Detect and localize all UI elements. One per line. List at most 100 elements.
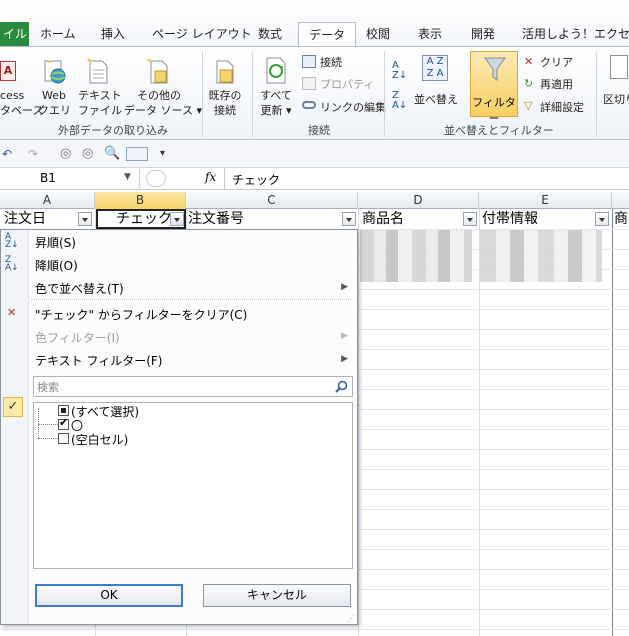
chevron-down-icon[interactable]: ▼ xyxy=(124,172,131,182)
select-all-checkbox[interactable] xyxy=(58,405,69,416)
sort-descending-icon[interactable]: Z A↓ xyxy=(392,91,407,111)
undo-icon[interactable]: ↶ xyxy=(2,147,12,161)
ok-button[interactable]: OK xyxy=(35,584,183,607)
header-cell-check: チェック xyxy=(116,211,172,227)
tree-line xyxy=(38,424,58,425)
sort-ascending-icon: A Z↓ xyxy=(5,232,19,250)
clear-button[interactable]: クリア xyxy=(540,54,573,70)
function-icon[interactable]: fx xyxy=(205,170,216,184)
search-icon[interactable] xyxy=(335,380,348,393)
other-sources-label-2[interactable]: データ ソース ▾ xyxy=(124,104,202,118)
resize-grip-icon[interactable]: ⋰ xyxy=(347,615,355,623)
existing-connections-icon[interactable] xyxy=(212,57,238,85)
tab-file[interactable]: イル xyxy=(0,22,29,46)
search-placeholder: 検索 xyxy=(37,381,59,394)
tab-page-layout[interactable]: ページ レイアウト xyxy=(152,22,252,46)
customize-qat-icon[interactable]: ▾ xyxy=(160,148,165,159)
formula-content[interactable]: チェック xyxy=(232,171,280,188)
tab-developer[interactable]: 開発 xyxy=(471,22,495,46)
menu-separator xyxy=(31,299,351,300)
menu-sort-by-color[interactable]: 色で並べ替え(T) xyxy=(35,280,124,297)
header-cell-next[interactable]: 商 xyxy=(614,209,629,229)
name-box[interactable]: B1 ▼ xyxy=(0,169,140,188)
filter-search-box[interactable]: 検索 xyxy=(33,376,353,397)
group-separator xyxy=(384,51,385,137)
tab-addin[interactable]: 活用しよう！エクセル xyxy=(522,22,629,46)
advanced-button[interactable]: 詳細設定 xyxy=(540,99,584,115)
connections-button[interactable]: 接続 xyxy=(320,54,342,70)
filter-dropdown-button[interactable] xyxy=(595,212,609,226)
quick-access-toolbar: ↶ ↷ ◎ ◎ 🔍 ▾ xyxy=(0,141,629,168)
header-cell-product-name[interactable]: 商品名 xyxy=(362,209,458,229)
value-checkbox[interactable]: ✔ xyxy=(58,416,69,430)
text-label-1: テキスト xyxy=(78,89,122,102)
header-cell-order-date[interactable]: 注文日 xyxy=(4,209,76,229)
filter-dropdown-button[interactable] xyxy=(78,212,92,226)
clear-filter-icon: ✕ xyxy=(7,306,17,319)
redo-icon[interactable]: ↷ xyxy=(28,147,38,161)
tab-insert[interactable]: 挿入 xyxy=(101,22,125,46)
tab-review[interactable]: 校閲 xyxy=(366,22,390,46)
header-cell-order-number[interactable]: 注文番号 xyxy=(188,209,338,229)
text-label-2: ファイル xyxy=(78,104,122,117)
group-separator xyxy=(202,51,203,137)
edit-links-icon xyxy=(302,101,316,109)
menu-sort-ascending[interactable]: 昇順(S) xyxy=(35,234,76,251)
header-cell-extra-info[interactable]: 付帯情報 xyxy=(482,209,592,229)
text-to-columns-button[interactable]: 区切り xyxy=(603,91,629,107)
reapply-button[interactable]: 再適用 xyxy=(540,76,573,92)
cancel-button[interactable]: キャンセル xyxy=(203,584,351,607)
menu-sort-descending[interactable]: 降順(O) xyxy=(35,257,78,274)
tab-view[interactable]: 表示 xyxy=(418,22,442,46)
active-cell-b1[interactable]: チェック xyxy=(96,209,186,229)
forward-icon[interactable]: ◎ xyxy=(82,146,93,161)
access-label-1: cess xyxy=(0,89,25,102)
menu-icon-gutter xyxy=(1,230,29,624)
formula-bar-toggle[interactable] xyxy=(146,170,166,187)
print-preview-icon[interactable]: 🔍 xyxy=(104,146,120,161)
checkmark-icon: ✓ xyxy=(3,397,23,417)
tab-data[interactable]: データ xyxy=(298,22,357,47)
sort-icon[interactable]: A ZZ A xyxy=(422,55,448,81)
edit-links-button[interactable]: リンクの編集 xyxy=(320,99,386,115)
back-icon[interactable]: ◎ xyxy=(60,146,71,161)
grid-line xyxy=(358,209,359,636)
tab-formulas[interactable]: 数式 xyxy=(258,22,282,46)
filter-dropdown-button[interactable] xyxy=(463,212,477,226)
column-header-b[interactable]: B xyxy=(95,192,186,209)
column-header-c[interactable]: C xyxy=(186,192,358,209)
refresh-label-2[interactable]: 更新 ▾ xyxy=(256,104,296,118)
advanced-filter-icon: ▽ xyxy=(524,99,533,112)
column-header-a[interactable]: A xyxy=(0,192,95,209)
sort-ascending-icon[interactable]: A Z↓ xyxy=(392,61,407,81)
filter-value-list[interactable]: (すべて選択) ✔ 〇 (空白セル) xyxy=(33,402,353,569)
column-header-d[interactable]: D xyxy=(358,192,479,209)
menu-text-filter[interactable]: テキスト フィルター(F) xyxy=(35,352,162,369)
autofilter-menu: A Z↓ 昇順(S) Z A↓ 降順(O) 色で並べ替え(T) ▶ ✕ "チェック"… xyxy=(0,229,358,625)
refresh-all-icon[interactable] xyxy=(264,55,290,85)
refresh-label-1: すべて xyxy=(260,89,292,102)
blank-cells-checkbox[interactable] xyxy=(58,433,69,444)
other-sources-icon[interactable] xyxy=(146,57,172,85)
web-query-icon[interactable] xyxy=(42,59,68,85)
form-icon[interactable] xyxy=(126,147,148,161)
filter-button[interactable]: フィルター xyxy=(470,51,518,125)
column-headers: A B C D E xyxy=(0,192,629,209)
filter-dropdown-button[interactable] xyxy=(342,212,356,226)
blurred-content xyxy=(480,230,602,282)
blank-cells-label[interactable]: (空白セル) xyxy=(71,431,128,448)
filter-active-icon[interactable] xyxy=(170,212,184,226)
other-sources-label-1: その他の xyxy=(137,89,181,102)
text-to-columns-icon[interactable] xyxy=(610,55,628,79)
tab-home[interactable]: ホーム xyxy=(40,22,76,46)
access-label-2: タベース xyxy=(0,104,44,117)
menu-color-filter[interactable]: 色フィルター(I) xyxy=(35,329,120,346)
properties-button[interactable]: プロパティ xyxy=(320,76,374,92)
column-header-e[interactable]: E xyxy=(479,192,612,209)
sort-button[interactable]: 並べ替え xyxy=(414,91,458,107)
text-file-icon[interactable] xyxy=(86,57,112,85)
menu-clear-filter[interactable]: "チェック" からフィルターをクリア(C) xyxy=(35,306,247,323)
partial-check-icon xyxy=(61,408,66,413)
column-header-f[interactable] xyxy=(612,192,629,209)
group-separator xyxy=(596,51,597,137)
